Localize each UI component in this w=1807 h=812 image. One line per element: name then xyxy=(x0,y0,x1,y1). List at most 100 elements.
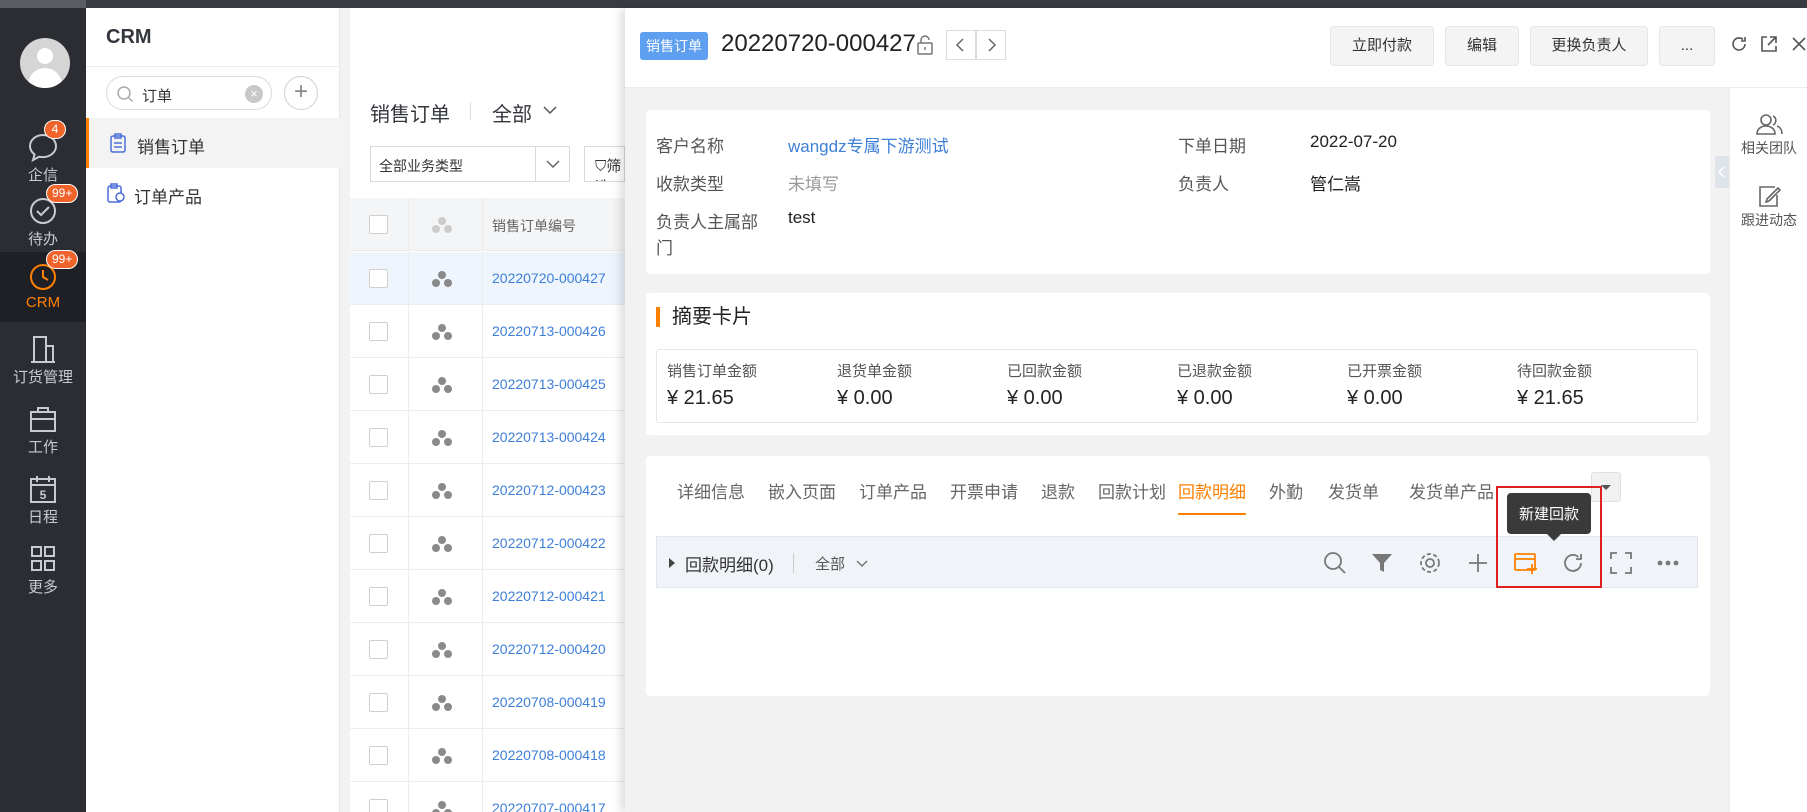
right-bar-label: 相关团队 xyxy=(1741,140,1797,156)
table-row[interactable]: 20220712-000423 xyxy=(350,464,625,517)
tab-order-products[interactable]: 订单产品 xyxy=(859,478,927,513)
order-number-link[interactable]: 20220708-000419 xyxy=(492,694,606,710)
tab-refunds[interactable]: 退款 xyxy=(1041,478,1075,513)
open-new-window-icon[interactable] xyxy=(1759,34,1779,54)
customer-link[interactable]: wangdz专属下游测试 xyxy=(788,132,949,157)
refresh-icon[interactable] xyxy=(1729,34,1749,54)
more-actions-button[interactable]: ... xyxy=(1659,26,1715,66)
metric-refunded-amount: 已退款金额 ¥ 0.00 xyxy=(1177,363,1253,409)
next-record-button[interactable] xyxy=(976,30,1006,60)
caret-right-icon[interactable] xyxy=(667,556,677,570)
tab-embedded-page[interactable]: 嵌入页面 xyxy=(768,478,836,513)
order-number-link[interactable]: 20220712-000422 xyxy=(492,535,606,551)
tab-detail-info[interactable]: 详细信息 xyxy=(677,478,745,513)
change-owner-button[interactable]: 更换负责人 xyxy=(1530,26,1648,66)
tab-delivery-notes[interactable]: 发货单 xyxy=(1328,478,1379,513)
column-header-order-no[interactable]: 销售订单编号 xyxy=(492,216,576,236)
rail-item-crm[interactable]: CRM 99+ xyxy=(0,250,86,322)
chevron-down-icon[interactable] xyxy=(855,559,869,569)
order-number-link[interactable]: 20220713-000425 xyxy=(492,376,606,392)
table-row[interactable]: 20220713-000425 xyxy=(350,358,625,411)
business-type-select[interactable]: 全部业务类型 xyxy=(370,146,570,182)
table-row[interactable]: 20220707-000417 xyxy=(350,782,625,812)
payment-details-caption: 回款明细(0) xyxy=(685,556,774,575)
tab-invoice-requests[interactable]: 开票申请 xyxy=(950,478,1018,513)
table-row[interactable]: 20220708-000419 xyxy=(350,676,625,729)
payment-scope-dropdown[interactable]: 全部 xyxy=(815,553,845,574)
detail-drawer: 销售订单 20220720-000427 立即付款 编辑 更换负责人 ... 客… xyxy=(625,8,1807,812)
row-checkbox[interactable] xyxy=(369,322,388,341)
select-all-checkbox[interactable] xyxy=(369,215,388,234)
divider xyxy=(482,570,483,623)
order-number-link[interactable]: 20220712-000423 xyxy=(492,482,606,498)
unlock-icon[interactable] xyxy=(915,34,935,56)
sidebar-item-order-product[interactable]: 订单产品 xyxy=(86,168,340,218)
row-checkbox[interactable] xyxy=(369,481,388,500)
row-checkbox[interactable] xyxy=(369,428,388,447)
chevron-down-icon[interactable] xyxy=(542,104,558,116)
related-team-button[interactable]: 相关团队 xyxy=(1730,112,1807,158)
row-checkbox[interactable] xyxy=(369,375,388,394)
rail-label: 待办 xyxy=(27,231,58,248)
row-checkbox[interactable] xyxy=(369,746,388,765)
rail-item-ordering[interactable]: 订货管理 xyxy=(0,334,86,404)
avatar[interactable] xyxy=(20,38,70,88)
order-date-label: 下单日期 xyxy=(1178,137,1246,156)
rail-item-work[interactable]: 工作 xyxy=(0,404,86,474)
table-row[interactable]: 20220713-000424 xyxy=(350,411,625,464)
clear-icon[interactable]: × xyxy=(245,85,263,103)
row-checkbox[interactable] xyxy=(369,799,388,812)
row-checkbox[interactable] xyxy=(369,269,388,288)
related-lists-card: 详细信息 嵌入页面 订单产品 开票申请 退款 回款计划 回款明细 外勤 发货单 … xyxy=(646,456,1710,696)
collapse-panel-toggle[interactable] xyxy=(1715,156,1729,188)
rail-item-calendar[interactable]: 5 日程 xyxy=(0,474,86,544)
close-icon[interactable] xyxy=(1790,34,1807,54)
list-scope-dropdown[interactable]: 全部 xyxy=(492,98,532,127)
order-number-link[interactable]: 20220720-000427 xyxy=(492,270,606,286)
pay-now-button[interactable]: 立即付款 xyxy=(1330,26,1434,66)
rail-label: 工作 xyxy=(27,439,58,456)
tab-payment-details[interactable]: 回款明细 xyxy=(1178,478,1246,515)
table-row[interactable]: 20220712-000421 xyxy=(350,570,625,623)
table-row[interactable]: 20220712-000420 xyxy=(350,623,625,676)
rail-label: 订货管理 xyxy=(12,369,73,386)
tab-payment-plan[interactable]: 回款计划 xyxy=(1098,478,1166,513)
prev-record-button[interactable] xyxy=(946,30,976,60)
divider xyxy=(408,517,409,570)
order-number-link[interactable]: 20220712-000420 xyxy=(492,641,606,657)
sidebar-item-sales-order[interactable]: 销售订单 xyxy=(86,118,340,168)
tab-field-visits[interactable]: 外勤 xyxy=(1269,478,1303,513)
table-row[interactable]: 20220713-000426 xyxy=(350,305,625,358)
add-button[interactable]: + xyxy=(284,76,318,110)
table-row[interactable]: 20220712-000422 xyxy=(350,517,625,570)
order-number-link[interactable]: 20220708-000418 xyxy=(492,747,606,763)
row-checkbox[interactable] xyxy=(369,587,388,606)
tab-delivery-products[interactable]: 发货单产品 xyxy=(1409,478,1499,513)
sidebar-search-input[interactable]: 订单 × xyxy=(106,76,272,110)
owner-group-icon xyxy=(432,695,452,711)
search-icon[interactable] xyxy=(1322,550,1348,576)
table-row[interactable]: 20220720-000427 xyxy=(350,252,625,305)
order-number-link[interactable]: 20220712-000421 xyxy=(492,588,606,604)
row-checkbox[interactable] xyxy=(369,693,388,712)
gear-icon[interactable] xyxy=(1417,550,1443,576)
edit-button[interactable]: 编辑 xyxy=(1445,26,1519,66)
more-icon[interactable] xyxy=(1655,550,1681,576)
fullscreen-icon[interactable] xyxy=(1608,550,1634,576)
order-number-link[interactable]: 20220713-000424 xyxy=(492,429,606,445)
new-payment-tooltip: 新建回款 xyxy=(1507,493,1592,541)
rail-item-more[interactable]: 更多 xyxy=(0,544,86,614)
row-checkbox[interactable] xyxy=(369,534,388,553)
follow-up-button[interactable]: 跟进动态 xyxy=(1730,184,1807,230)
order-number-link[interactable]: 20220713-000426 xyxy=(492,323,606,339)
table-row[interactable]: 20220708-000418 xyxy=(350,729,625,782)
summary-metrics: 销售订单金额 ¥ 21.65 退货单金额 ¥ 0.00 已回款金额 ¥ 0.00 已退… xyxy=(656,349,1698,423)
filter-button[interactable]: ⛉筛选 xyxy=(584,146,625,182)
basic-info-card: 客户名称 wangdz专属下游测试 下单日期 2022-07-20 收款类型 未… xyxy=(646,110,1710,274)
select-dropdown-toggle[interactable] xyxy=(535,147,569,181)
plus-icon[interactable] xyxy=(1465,550,1491,576)
sidebar-title: CRM xyxy=(106,26,152,48)
filter-icon[interactable] xyxy=(1369,550,1395,576)
order-number-link[interactable]: 20220707-000417 xyxy=(492,800,606,812)
row-checkbox[interactable] xyxy=(369,640,388,659)
